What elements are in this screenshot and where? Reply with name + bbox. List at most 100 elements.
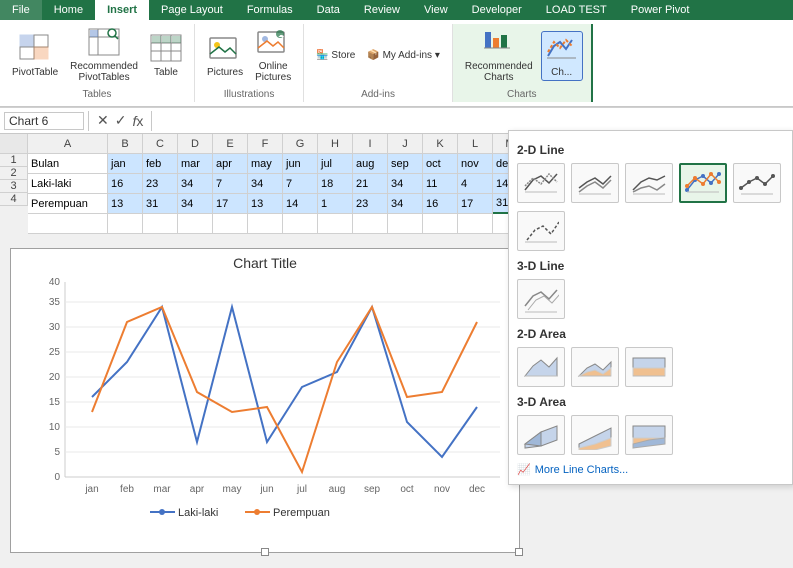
cell-a1[interactable]: Bulan	[28, 154, 108, 174]
col-header-c[interactable]: C	[143, 134, 178, 154]
cell-e3[interactable]: 17	[213, 194, 248, 214]
cell-g3[interactable]: 14	[283, 194, 318, 214]
cell-i2[interactable]: 21	[353, 174, 388, 194]
cell-k2[interactable]: 11	[423, 174, 458, 194]
stacked-area-btn[interactable]	[571, 347, 619, 387]
cell-j3[interactable]: 34	[388, 194, 423, 214]
line-chart-btn[interactable]	[517, 163, 565, 203]
tab-file[interactable]: File	[0, 0, 42, 20]
cell-h1[interactable]: jul	[318, 154, 353, 174]
col-header-b[interactable]: B	[108, 134, 143, 154]
cell-h4[interactable]	[318, 214, 353, 234]
cell-b4[interactable]	[108, 214, 143, 234]
cell-g2[interactable]: 7	[283, 174, 318, 194]
cell-j4[interactable]	[388, 214, 423, 234]
my-addins-button[interactable]: 📦 My Add-ins ▾	[363, 48, 444, 63]
cell-k1[interactable]: oct	[423, 154, 458, 174]
cell-l4[interactable]	[458, 214, 493, 234]
recommended-charts-button[interactable]: RecommendedCharts	[461, 26, 537, 85]
pictures-button[interactable]: Pictures	[203, 32, 247, 80]
cell-i4[interactable]	[353, 214, 388, 234]
name-box[interactable]	[4, 112, 84, 130]
table-button[interactable]: Table	[146, 32, 186, 80]
cell-f3[interactable]: 13	[248, 194, 283, 214]
cell-d4[interactable]	[178, 214, 213, 234]
3d-stacked-area-btn[interactable]	[571, 415, 619, 455]
tab-formulas[interactable]: Formulas	[235, 0, 305, 20]
line-with-markers-btn[interactable]	[679, 163, 727, 203]
cell-l1[interactable]: nov	[458, 154, 493, 174]
cell-a4[interactable]	[28, 214, 108, 234]
col-header-l[interactable]: L	[458, 134, 493, 154]
cell-l3[interactable]: 17	[458, 194, 493, 214]
pivot-table-button[interactable]: PivotTable	[8, 32, 62, 80]
cell-a2[interactable]: Laki-laki	[28, 174, 108, 194]
more-line-charts-link[interactable]: 📈 More Line Charts...	[517, 463, 784, 476]
col-header-f[interactable]: F	[248, 134, 283, 154]
col-header-h[interactable]: H	[318, 134, 353, 154]
cell-f2[interactable]: 34	[248, 174, 283, 194]
cell-g4[interactable]	[283, 214, 318, 234]
cell-d1[interactable]: mar	[178, 154, 213, 174]
tab-power-pivot[interactable]: Power Pivot	[619, 0, 702, 20]
tab-view[interactable]: View	[412, 0, 460, 20]
3d-100pct-area-btn[interactable]	[625, 415, 673, 455]
cell-h2[interactable]: 18	[318, 174, 353, 194]
cell-l2[interactable]: 4	[458, 174, 493, 194]
tab-data[interactable]: Data	[305, 0, 352, 20]
100pct-area-btn[interactable]	[625, 347, 673, 387]
resize-handle-corner[interactable]	[515, 548, 523, 556]
tab-load-test[interactable]: LOAD TEST	[534, 0, 619, 20]
cell-k4[interactable]	[423, 214, 458, 234]
stacked-markers-btn[interactable]	[733, 163, 781, 203]
cell-c3[interactable]: 31	[143, 194, 178, 214]
tab-page-layout[interactable]: Page Layout	[149, 0, 235, 20]
cell-j1[interactable]: sep	[388, 154, 423, 174]
cell-c2[interactable]: 23	[143, 174, 178, 194]
3d-line-btn[interactable]	[517, 279, 565, 319]
row-header-1[interactable]: 1	[0, 154, 28, 167]
cell-h3[interactable]: 1	[318, 194, 353, 214]
stacked-line-btn[interactable]	[571, 163, 619, 203]
cell-a3[interactable]: Perempuan	[28, 194, 108, 214]
cell-k3[interactable]: 16	[423, 194, 458, 214]
tab-insert[interactable]: Insert	[95, 0, 149, 20]
col-header-i[interactable]: I	[353, 134, 388, 154]
col-header-e[interactable]: E	[213, 134, 248, 154]
col-header-k[interactable]: K	[423, 134, 458, 154]
cell-g1[interactable]: jun	[283, 154, 318, 174]
cell-b3[interactable]: 13	[108, 194, 143, 214]
3d-area-btn[interactable]	[517, 415, 565, 455]
cell-f1[interactable]: may	[248, 154, 283, 174]
row-header-4[interactable]: 4	[0, 193, 28, 206]
cell-c1[interactable]: feb	[143, 154, 178, 174]
cell-e4[interactable]	[213, 214, 248, 234]
cell-d2[interactable]: 34	[178, 174, 213, 194]
recommended-pivot-button[interactable]: RecommendedPivotTables	[66, 26, 142, 85]
cell-f4[interactable]	[248, 214, 283, 234]
line-simple-btn[interactable]	[517, 211, 565, 251]
row-header-2[interactable]: 2	[0, 167, 28, 180]
tab-developer[interactable]: Developer	[460, 0, 534, 20]
cell-j2[interactable]: 34	[388, 174, 423, 194]
online-pictures-button[interactable]: ☁ OnlinePictures	[251, 26, 295, 85]
area-btn[interactable]	[517, 347, 565, 387]
formula-input[interactable]	[156, 113, 789, 129]
col-header-g[interactable]: G	[283, 134, 318, 154]
chart-area[interactable]: Chart Title 0 5 10 15 20 25 30 35 40	[10, 248, 520, 553]
tab-review[interactable]: Review	[352, 0, 412, 20]
cell-c4[interactable]	[143, 214, 178, 234]
col-header-a[interactable]: A	[28, 134, 108, 154]
col-header-d[interactable]: D	[178, 134, 213, 154]
cell-b2[interactable]: 16	[108, 174, 143, 194]
function-icon[interactable]: fx	[132, 113, 143, 129]
confirm-icon[interactable]: ✓	[115, 112, 127, 129]
100pct-stacked-line-btn[interactable]	[625, 163, 673, 203]
cell-d3[interactable]: 34	[178, 194, 213, 214]
line-chart-button[interactable]: Ch...	[541, 31, 583, 81]
resize-handle-bottom[interactable]	[261, 548, 269, 556]
cell-i3[interactable]: 23	[353, 194, 388, 214]
row-header-3[interactable]: 3	[0, 180, 28, 193]
tab-home[interactable]: Home	[42, 0, 95, 20]
cancel-icon[interactable]: ✕	[97, 112, 109, 129]
